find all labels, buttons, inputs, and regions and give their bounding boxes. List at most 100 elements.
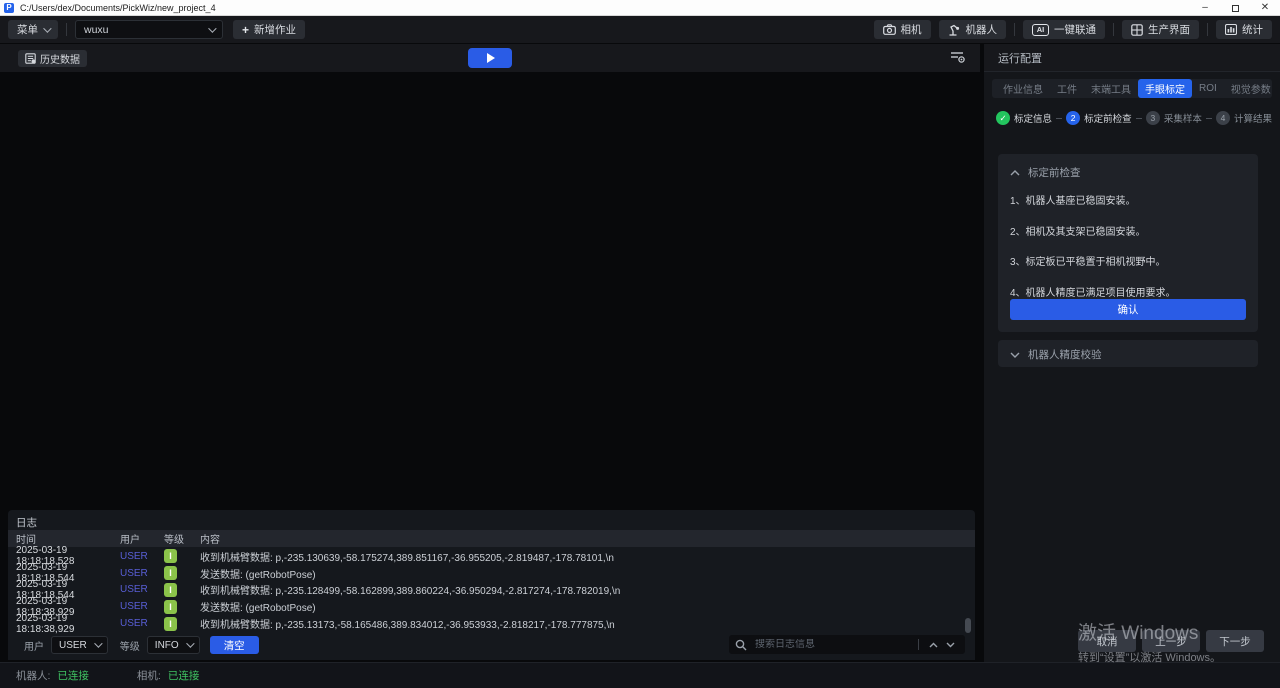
one-key-connect-label: 一键联通: [1054, 22, 1096, 37]
production-view-button[interactable]: 生产界面: [1122, 20, 1199, 39]
log-time: 2025-03-19 18:18:38,929: [8, 613, 120, 635]
step-calibration-info[interactable]: ✓ 标定信息: [996, 111, 1052, 125]
search-next-button[interactable]: [942, 642, 959, 648]
one-key-connect-button[interactable]: AI 一键联通: [1023, 20, 1105, 39]
log-row: 2025-03-19 18:18:38,929 USER I 收到机械臂数据: …: [8, 615, 968, 632]
tab-roi[interactable]: ROI: [1192, 81, 1224, 96]
menu-dropdown[interactable]: 菜单: [8, 20, 58, 39]
camera-button[interactable]: 相机: [874, 20, 931, 39]
job-select-value: wuxu: [84, 24, 109, 36]
log-user: USER: [120, 568, 164, 579]
step-collect-samples[interactable]: 3 采集样本: [1146, 111, 1202, 125]
pre-check-title: 标定前检查: [1028, 165, 1081, 180]
production-view-label: 生产界面: [1148, 22, 1190, 37]
production-icon: [1131, 24, 1143, 36]
divider: [1014, 23, 1015, 36]
pre-check-card: 标定前检查 1、机器人基座已稳固安装。 2、相机及其支架已稳固安装。 3、标定板…: [998, 154, 1258, 332]
tab-vision-params[interactable]: 视觉参数: [1224, 79, 1278, 98]
log-level-badge: I: [164, 566, 177, 580]
log-settings-button[interactable]: [950, 50, 966, 64]
tab-end-tool[interactable]: 末端工具: [1084, 79, 1138, 98]
robot-button[interactable]: 机器人: [939, 20, 1007, 39]
statusbar: 机器人: 已连接 相机: 已连接: [0, 662, 1280, 688]
app-icon: P: [4, 3, 14, 13]
level-filter-label: 等级: [120, 638, 140, 653]
cancel-button[interactable]: 取消: [1078, 630, 1136, 652]
log-content: 收到机械臂数据: p,-235.13173,-58.165486,389.834…: [200, 616, 968, 631]
log-user: USER: [120, 584, 164, 595]
camera-status-value: 已连接: [168, 668, 200, 683]
restore-icon: [1232, 5, 1239, 12]
camera-label: 相机: [901, 22, 922, 37]
pre-check-card-header[interactable]: 标定前检查: [998, 154, 1258, 186]
level-filter-value: INFO: [155, 640, 179, 651]
log-user: USER: [120, 618, 164, 629]
history-data-button[interactable]: 历史数据: [18, 50, 87, 67]
column-header-user: 用户: [120, 531, 164, 546]
log-rows: 2025-03-19 18:18:18,528 USER I 收到机械臂数据: …: [8, 548, 968, 632]
robot-accuracy-card: 机器人精度校验: [998, 340, 1258, 367]
log-content: 收到机械臂数据: p,-235.130639,-58.175274,389.85…: [200, 549, 968, 564]
next-step-button[interactable]: 下一步: [1206, 630, 1264, 652]
history-data-icon: [25, 53, 36, 64]
user-filter-value: USER: [59, 640, 87, 651]
plus-icon: +: [242, 24, 249, 36]
run-config-header: 运行配置: [984, 44, 1280, 72]
restore-button[interactable]: [1220, 0, 1250, 16]
job-select[interactable]: wuxu: [75, 20, 223, 39]
prev-step-button[interactable]: 上一步: [1142, 630, 1200, 652]
minimize-button[interactable]: –: [1190, 0, 1220, 16]
log-search-box: [729, 635, 965, 654]
level-filter-select[interactable]: INFO: [147, 636, 200, 654]
tab-job-info[interactable]: 作业信息: [996, 79, 1050, 98]
checklist-item: 4、机器人精度已满足项目使用要求。: [998, 284, 1258, 299]
divider: [66, 23, 67, 36]
chevron-down-icon: [94, 639, 102, 647]
user-filter-label: 用户: [24, 638, 44, 653]
viewport-toolbar: 历史数据: [0, 44, 980, 72]
log-controls: 用户 USER 等级 INFO 清空: [8, 634, 975, 656]
chevron-down-icon: [208, 24, 216, 32]
close-button[interactable]: ✕: [1250, 0, 1280, 16]
checklist-item: 1、机器人基座已稳固安装。: [998, 192, 1258, 207]
play-icon: [487, 53, 495, 63]
ai-icon: AI: [1032, 24, 1049, 36]
log-row: 2025-03-19 18:18:18,544 USER I 收到机械臂数据: …: [8, 582, 968, 599]
camera-status-label: 相机:: [137, 668, 161, 683]
log-row: 2025-03-19 18:18:38,929 USER I 发送数据: (ge…: [8, 598, 968, 615]
add-job-button[interactable]: + 新增作业: [233, 20, 305, 39]
log-row: 2025-03-19 18:18:18,528 USER I 收到机械臂数据: …: [8, 548, 968, 565]
step-compute-result[interactable]: 4 计算结果: [1216, 111, 1272, 125]
titlebar: P C:/Users/dex/Documents/PickWiz/new_pro…: [0, 0, 1280, 16]
robot-accuracy-header[interactable]: 机器人精度校验: [998, 340, 1258, 369]
chevron-down-icon: [43, 24, 51, 32]
run-button[interactable]: [468, 48, 512, 68]
app-icon-letter: P: [6, 4, 11, 12]
chevron-down-icon: [1010, 352, 1020, 358]
log-content: 发送数据: (getRobotPose): [200, 566, 968, 581]
confirm-button[interactable]: 确认: [1010, 299, 1246, 320]
wizard-footer: 取消 上一步 下一步: [1078, 630, 1264, 652]
run-config-title: 运行配置: [998, 50, 1042, 66]
camera-icon: [883, 24, 896, 35]
tab-workpiece[interactable]: 工件: [1050, 79, 1084, 98]
log-search-input[interactable]: [755, 639, 912, 650]
step-connector: [1056, 118, 1062, 119]
app-window: P C:/Users/dex/Documents/PickWiz/new_pro…: [0, 0, 1280, 688]
log-panel-title: 日志: [16, 515, 37, 530]
clear-log-button[interactable]: 清空: [210, 636, 259, 654]
log-row: 2025-03-19 18:18:18,544 USER I 发送数据: (ge…: [8, 565, 968, 582]
top-toolbar: 菜单 wuxu + 新增作业 相机 机器人 AI 一键联通: [0, 16, 1280, 43]
search-prev-button[interactable]: [925, 642, 942, 648]
chevron-down-icon: [186, 639, 194, 647]
step-number: 2: [1066, 111, 1080, 125]
log-scrollbar[interactable]: [965, 618, 971, 633]
user-filter-select[interactable]: USER: [51, 636, 108, 654]
statistics-button[interactable]: 统计: [1216, 20, 1272, 39]
tab-hand-eye-calibration[interactable]: 手眼标定: [1138, 79, 1192, 98]
stats-icon: [1225, 24, 1237, 35]
step-pre-check[interactable]: 2 标定前检查: [1066, 111, 1132, 125]
main-viewport: 历史数据 日志 时间 用户 等级 内容 2025-03-19 18:18:18,…: [0, 44, 980, 662]
config-tabs: 作业信息 工件 末端工具 手眼标定 ROI 视觉参数: [992, 79, 1272, 98]
divider: [918, 639, 919, 650]
